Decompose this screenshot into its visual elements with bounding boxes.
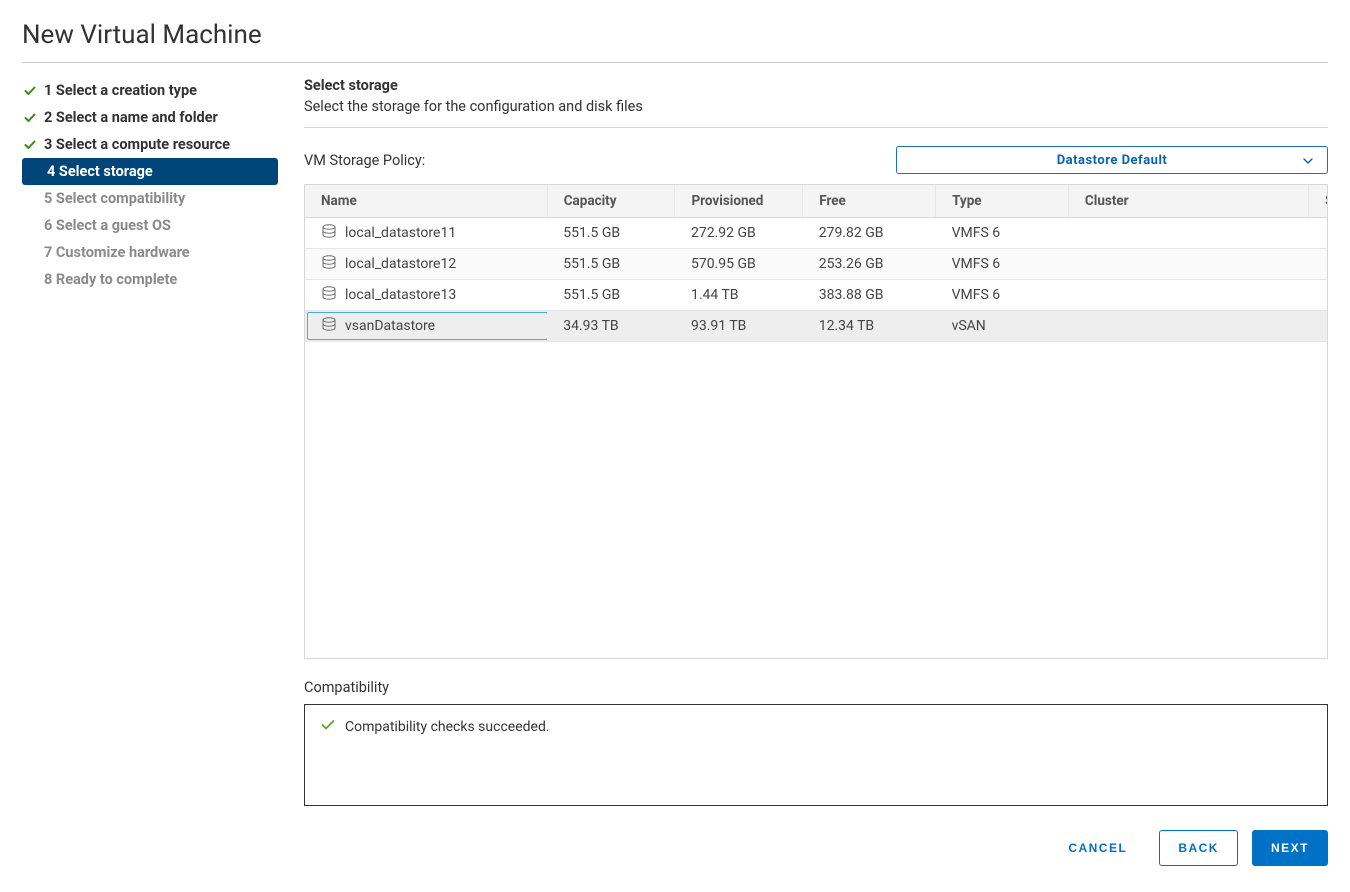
wizard-step-label: 3 Select a compute resource	[44, 136, 230, 153]
cell-provisioned: 272.92 GB	[675, 218, 803, 249]
wizard-step-2[interactable]: 2 Select a name and folder	[22, 104, 278, 131]
check-icon	[22, 113, 38, 123]
wizard-step-6: 6 Select a guest OS	[22, 212, 278, 239]
datastore-table-wrap: Name Capacity Provisioned Free Type Clus…	[304, 184, 1328, 659]
wizard-steps: 1 Select a creation type 2 Select a name …	[22, 77, 278, 866]
table-row[interactable]: vsanDatastore 34.93 TB93.91 TB12.34 TBvSA…	[305, 311, 1327, 342]
cell-cluster	[1068, 218, 1308, 249]
compatibility-message: Compatibility checks succeeded.	[345, 719, 550, 735]
wizard-step-label: 2 Select a name and folder	[44, 109, 218, 126]
wizard-footer: CANCEL BACK NEXT	[304, 830, 1328, 866]
cell-free: 253.26 GB	[803, 249, 936, 280]
wizard-step-4[interactable]: 4 Select storage	[22, 158, 278, 185]
wizard-step-8: 8 Ready to complete	[22, 266, 278, 293]
cell-type: VMFS 6	[936, 249, 1069, 280]
wizard-step-label: 5 Select compatibility	[44, 190, 185, 207]
wizard-step-7: 7 Customize hardware	[22, 239, 278, 266]
cell-name: local_datastore13	[305, 280, 547, 311]
col-type[interactable]: Type	[936, 185, 1069, 218]
cell-provisioned: 1.44 TB	[675, 280, 803, 311]
cell-name: local_datastore12	[305, 249, 547, 280]
cell-name: vsanDatastore	[305, 311, 547, 342]
col-name[interactable]: Name	[305, 185, 547, 218]
col-more[interactable]: S	[1309, 185, 1327, 218]
cell-free: 279.82 GB	[803, 218, 936, 249]
wizard-step-5: 5 Select compatibility	[22, 185, 278, 212]
datastore-name: local_datastore12	[345, 256, 456, 272]
content-subtitle: Select the storage for the configuration…	[304, 98, 1328, 115]
col-provisioned[interactable]: Provisioned	[675, 185, 803, 218]
next-button[interactable]: NEXT	[1252, 830, 1328, 866]
cell-free: 12.34 TB	[803, 311, 936, 342]
chevron-down-icon	[1303, 152, 1313, 168]
content-divider	[304, 127, 1328, 128]
table-row[interactable]: local_datastore12 551.5 GB570.95 GB253.26…	[305, 249, 1327, 280]
table-row[interactable]: local_datastore13 551.5 GB1.44 TB383.88 G…	[305, 280, 1327, 311]
wizard-step-3[interactable]: 3 Select a compute resource	[22, 131, 278, 158]
datastore-icon	[321, 286, 337, 304]
back-button[interactable]: BACK	[1159, 830, 1238, 866]
wizard-content: Select storage Select the storage for th…	[304, 77, 1328, 866]
cell-type: VMFS 6	[936, 280, 1069, 311]
cell-more	[1309, 311, 1327, 342]
compatibility-box: Compatibility checks succeeded.	[304, 704, 1328, 806]
datastore-icon	[321, 224, 337, 242]
col-capacity[interactable]: Capacity	[547, 185, 675, 218]
compatibility-result: Compatibility checks succeeded.	[321, 719, 1311, 735]
table-row[interactable]: local_datastore11 551.5 GB272.92 GB279.82…	[305, 218, 1327, 249]
cell-capacity: 34.93 TB	[547, 311, 675, 342]
check-icon	[22, 140, 38, 150]
cell-capacity: 551.5 GB	[547, 249, 675, 280]
wizard-step-label: 8 Ready to complete	[44, 271, 177, 288]
cell-provisioned: 570.95 GB	[675, 249, 803, 280]
check-icon	[321, 719, 335, 735]
cell-more	[1309, 218, 1327, 249]
datastore-name: vsanDatastore	[345, 318, 435, 334]
cell-cluster	[1068, 280, 1308, 311]
check-icon	[22, 86, 38, 96]
datastore-name: local_datastore11	[345, 225, 456, 241]
datastore-icon	[321, 317, 337, 335]
cell-name: local_datastore11	[305, 218, 547, 249]
datastore-table: Name Capacity Provisioned Free Type Clus…	[305, 185, 1327, 342]
wizard-step-1[interactable]: 1 Select a creation type	[22, 77, 278, 104]
cell-type: VMFS 6	[936, 218, 1069, 249]
storage-policy-row: VM Storage Policy: Datastore Default	[304, 146, 1328, 174]
datastore-icon	[321, 255, 337, 273]
cell-free: 383.88 GB	[803, 280, 936, 311]
cell-more	[1309, 249, 1327, 280]
wizard-step-label: 1 Select a creation type	[44, 82, 197, 99]
cell-type: vSAN	[936, 311, 1069, 342]
cell-more	[1309, 280, 1327, 311]
cell-provisioned: 93.91 TB	[675, 311, 803, 342]
new-vm-wizard: New Virtual Machine 1 Select a creation …	[0, 0, 1350, 884]
storage-policy-label: VM Storage Policy:	[304, 152, 425, 169]
cell-capacity: 551.5 GB	[547, 280, 675, 311]
wizard-title: New Virtual Machine	[22, 20, 1328, 63]
cell-cluster	[1068, 311, 1308, 342]
content-title: Select storage	[304, 77, 1328, 94]
compatibility-label: Compatibility	[304, 679, 1328, 696]
cell-cluster	[1068, 249, 1308, 280]
wizard-step-label: 4 Select storage	[47, 163, 153, 180]
wizard-step-label: 7 Customize hardware	[44, 244, 190, 261]
storage-policy-selected: Datastore Default	[1057, 153, 1168, 168]
col-free[interactable]: Free	[803, 185, 936, 218]
wizard-step-label: 6 Select a guest OS	[44, 217, 171, 234]
storage-policy-select[interactable]: Datastore Default	[896, 146, 1328, 174]
cell-capacity: 551.5 GB	[547, 218, 675, 249]
table-header-row: Name Capacity Provisioned Free Type Clus…	[305, 185, 1327, 218]
datastore-name: local_datastore13	[345, 287, 456, 303]
col-cluster[interactable]: Cluster	[1068, 185, 1308, 218]
cancel-button[interactable]: CANCEL	[1050, 831, 1145, 865]
content-header: Select storage Select the storage for th…	[304, 77, 1328, 115]
